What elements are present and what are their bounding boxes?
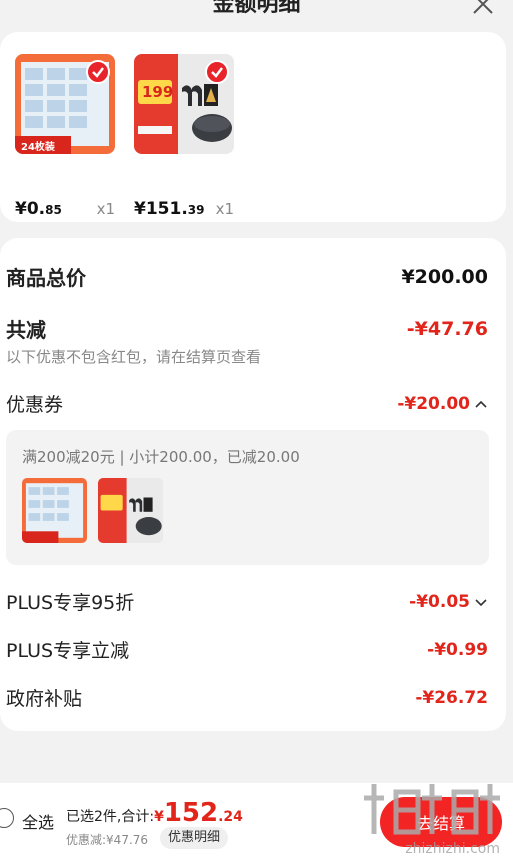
plus-reduce-label: PLUS专享立减 (6, 640, 130, 662)
total-price-row: 商品总价 ¥200.00 (6, 262, 488, 291)
total-amount-int: 152 (163, 798, 219, 828)
product-badge-text: 24枚装 (21, 142, 55, 153)
reduce-note: 以下优惠不包含红包，请在结算页查看 (6, 348, 262, 366)
plus95-value: -¥0.05 (409, 591, 470, 612)
products-card: 24枚装 ¥0.85 x1 199 ¥151.39 x1 (0, 32, 506, 222)
total-reduce-label: 共减 (6, 318, 46, 342)
total-price-label: 商品总价 (6, 266, 86, 290)
coupon-value: -¥20.00 (397, 393, 470, 414)
product-thumbnail[interactable]: 199 (134, 54, 234, 154)
coupon-detail-box: 满200减20元 | 小计200.00，已减20.00 (6, 430, 489, 565)
gov-subsidy-row: 政府补贴 -¥26.72 (6, 684, 488, 711)
checkout-bar: 全选 已选2件,合计: ¥ 152 .24 优惠减:¥47.76 优惠明细 去结… (0, 783, 513, 861)
plus-reduce-row: PLUS专享立减 -¥0.99 (6, 636, 488, 663)
total-summary: 已选2件,合计: ¥ 152 .24 (66, 798, 243, 828)
discount-detail-button[interactable]: 优惠明细 (160, 827, 229, 849)
total-amount-dec: .24 (218, 809, 243, 825)
coupon-row[interactable]: 优惠券 -¥20.00 (6, 390, 488, 417)
plus95-label: PLUS专享95折 (6, 592, 135, 614)
product-price: ¥151.39 (134, 199, 205, 219)
currency-symbol: ¥ (154, 809, 164, 825)
selected-count-text: 已选2件,合计: (66, 809, 155, 825)
total-reduce-row: 共减 -¥47.76 (6, 314, 488, 343)
amount-detail-card: 商品总价 ¥200.00 共减 -¥47.76 以下优惠不包含红包，请在结算页查… (0, 238, 506, 731)
gov-subsidy-value: -¥26.72 (415, 687, 488, 708)
product-quantity: x1 (96, 200, 115, 218)
close-button[interactable] (469, 0, 497, 18)
product-item[interactable]: 24枚装 ¥0.85 x1 (15, 54, 115, 219)
select-all-radio[interactable] (0, 808, 14, 828)
checkout-button[interactable]: 去结算 (380, 797, 502, 847)
product-thumbnail[interactable]: 24枚装 (15, 54, 115, 154)
selected-check-icon[interactable] (205, 60, 229, 84)
product-quantity: x1 (215, 200, 234, 218)
checkout-label: 去结算 (416, 814, 465, 833)
chevron-down-icon[interactable] (474, 597, 488, 607)
product-price: ¥0.85 (15, 199, 62, 219)
discount-summary: 优惠减:¥47.76 (66, 833, 149, 847)
plus95-row[interactable]: PLUS专享95折 -¥0.05 (6, 588, 488, 615)
chevron-up-icon[interactable] (474, 399, 488, 409)
close-icon (473, 0, 493, 14)
total-price-value: ¥200.00 (401, 265, 488, 288)
coupon-label: 优惠券 (6, 394, 64, 416)
select-all-label[interactable]: 全选 (22, 809, 54, 833)
coupon-product-thumbnail (22, 478, 87, 543)
total-reduce-value: -¥47.76 (406, 317, 488, 340)
coupon-product-thumbnail (98, 478, 163, 543)
plus-reduce-value: -¥0.99 (427, 639, 488, 660)
page-title: 金额明细 (212, 0, 301, 17)
product-badge-text: 199 (142, 83, 174, 101)
selected-check-icon[interactable] (86, 60, 110, 84)
gov-subsidy-label: 政府补贴 (6, 688, 83, 710)
coupon-description: 满200减20元 | 小计200.00，已减20.00 (22, 448, 300, 466)
product-item[interactable]: 199 ¥151.39 x1 (134, 54, 234, 219)
sheet-header: 金额明细 (0, 0, 513, 30)
